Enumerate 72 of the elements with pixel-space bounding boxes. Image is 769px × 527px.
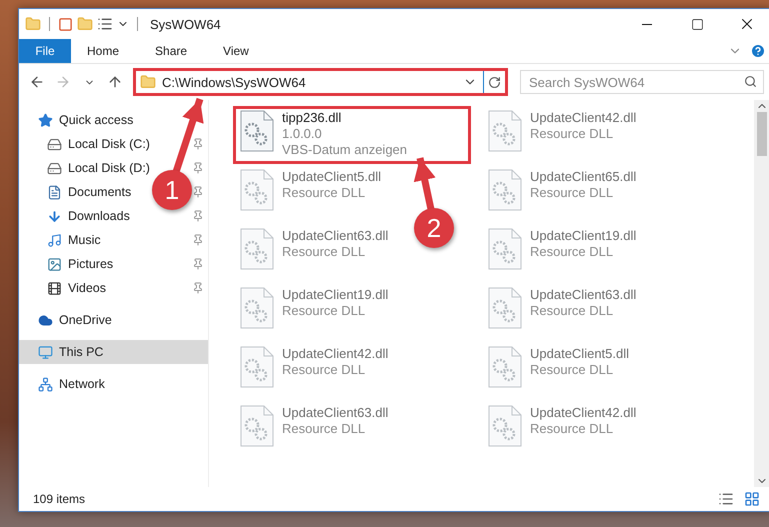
pin-icon[interactable]: [192, 186, 204, 198]
file-item[interactable]: UpdateClient42.dll Resource DLL: [481, 106, 651, 164]
nav-item[interactable]: Quick access: [19, 108, 142, 132]
gear-file-icon: [488, 287, 522, 329]
download-icon: [47, 208, 62, 224]
file-item[interactable]: UpdateClient63.dll Resource DLL: [481, 283, 651, 341]
star-icon: [38, 112, 53, 128]
nav-item[interactable]: Music: [19, 228, 109, 252]
gear-file-icon: [488, 405, 522, 447]
details-view-icon[interactable]: [718, 491, 734, 507]
pin-icon[interactable]: [192, 282, 204, 294]
nav-item[interactable]: Pictures: [19, 252, 122, 276]
drive-icon: [47, 136, 62, 152]
folder-icon[interactable]: [25, 16, 41, 32]
gear-file-icon: [488, 346, 522, 388]
gear-file-icon: [240, 110, 274, 152]
network-icon: [38, 376, 53, 392]
pin-icon[interactable]: [192, 234, 204, 246]
refresh-icon: [488, 76, 501, 88]
tiles-view-icon[interactable]: [744, 491, 760, 507]
folder-icon: [140, 74, 156, 90]
ribbon-tab[interactable]: View: [207, 39, 265, 63]
nav-item[interactable]: Local Disk (C:): [19, 132, 158, 156]
file-item[interactable]: UpdateClient5.dll Resource DLL: [481, 342, 651, 400]
nav-item[interactable]: This PC: [19, 340, 208, 364]
gear-file-icon: [240, 169, 274, 211]
nav-item[interactable]: Network: [19, 372, 113, 396]
search-field[interactable]: Search SysWOW64: [520, 70, 764, 94]
gear-file-icon: [488, 228, 522, 270]
file-item[interactable]: UpdateClient19.dll Resource DLL: [481, 224, 651, 282]
nav-item[interactable]: Documents: [19, 180, 140, 204]
pin-icon[interactable]: [192, 258, 204, 270]
scrollbar-thumb[interactable]: [757, 112, 767, 156]
nav-item[interactable]: Videos: [19, 276, 114, 300]
monitor-icon: [38, 344, 53, 360]
ribbon-tab[interactable]: Home: [71, 39, 136, 63]
search-icon[interactable]: [744, 75, 757, 88]
ribbon-tab[interactable]: Share: [139, 39, 204, 63]
pin-icon[interactable]: [192, 210, 204, 222]
file-item[interactable]: UpdateClient63.dll Resource DLL: [233, 224, 403, 282]
file-item[interactable]: tipp236.dll 1.0.0.0 VBS-Datum anzeigen: [233, 106, 471, 164]
cloud-icon: [38, 312, 53, 328]
help-icon[interactable]: [750, 43, 766, 59]
checkbox-icon[interactable]: [58, 16, 73, 32]
film-icon: [47, 280, 62, 296]
gear-file-icon: [240, 405, 274, 447]
document-icon: [47, 184, 62, 200]
drive-icon: [47, 160, 62, 176]
nav-item[interactable]: OneDrive: [19, 308, 120, 332]
music-note-icon: [47, 232, 62, 248]
maximize-icon: [690, 18, 704, 30]
nav-item[interactable]: Downloads: [19, 204, 138, 228]
file-item[interactable]: UpdateClient5.dll Resource DLL: [233, 165, 403, 223]
ribbon-tab[interactable]: File: [19, 39, 71, 63]
scrollbar[interactable]: [754, 100, 769, 487]
file-item[interactable]: UpdateClient19.dll Resource DLL: [233, 283, 403, 341]
item-count: 109 items: [33, 492, 86, 506]
window-title: SysWOW64: [150, 16, 222, 32]
file-item[interactable]: UpdateClient42.dll Resource DLL: [481, 401, 651, 459]
pin-icon[interactable]: [192, 138, 204, 150]
picture-icon: [47, 256, 62, 272]
pin-icon[interactable]: [192, 162, 204, 174]
gear-file-icon: [240, 228, 274, 270]
file-item[interactable]: UpdateClient42.dll Resource DLL: [233, 342, 403, 400]
layout-icon[interactable]: [97, 16, 113, 32]
file-item[interactable]: UpdateClient65.dll Resource DLL: [481, 165, 651, 223]
gear-file-icon: [240, 287, 274, 329]
gear-file-icon: [240, 346, 274, 388]
file-item[interactable]: UpdateClient63.dll Resource DLL: [233, 401, 403, 459]
gear-file-icon: [488, 110, 522, 152]
address-bar[interactable]: C:\Windows\SysWOW64: [133, 68, 508, 96]
gear-file-icon: [488, 169, 522, 211]
